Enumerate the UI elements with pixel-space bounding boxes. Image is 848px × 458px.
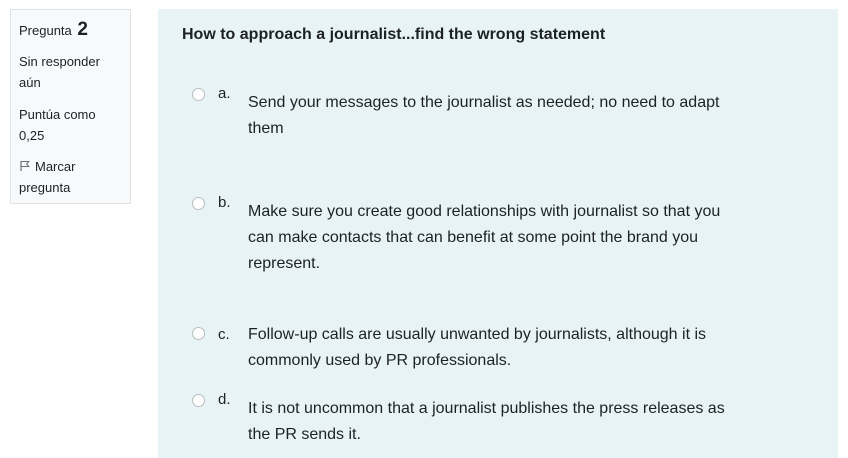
- option-text: Send your messages to the journalist as …: [248, 90, 808, 142]
- option-letter: c.: [218, 326, 230, 343]
- option-text-line: them: [248, 120, 284, 137]
- option-letter: b.: [218, 194, 231, 211]
- state-line-1: Sin responder: [19, 54, 100, 69]
- question-state: Sin responder aún: [19, 51, 122, 93]
- option-text-line: can make contacts that can benefit at so…: [248, 229, 699, 246]
- option-text-line: commonly used by PR professionals.: [248, 352, 512, 369]
- radio-option-a[interactable]: [192, 88, 205, 101]
- option-text-line: Follow-up calls are usually unwanted by …: [248, 326, 707, 343]
- question-grade: Puntúa como 0,25: [19, 104, 122, 146]
- option-letter: a.: [218, 85, 231, 102]
- question-number-line: Pregunta 2: [19, 19, 122, 41]
- option-text-line: It is not uncommon that a journalist pub…: [248, 400, 725, 417]
- option-text-line: the PR sends it.: [248, 426, 361, 443]
- question-content: How to approach a journalist...find the …: [158, 9, 838, 458]
- radio-option-d[interactable]: [192, 394, 205, 407]
- question-label: Pregunta: [19, 23, 72, 38]
- flag-icon: [19, 157, 31, 171]
- radio-option-c[interactable]: [192, 327, 205, 340]
- state-line-2: aún: [19, 75, 41, 90]
- option-text: Follow-up calls are usually unwanted by …: [248, 322, 808, 374]
- flag-label-line-2: pregunta: [19, 180, 71, 195]
- radio-option-b[interactable]: [192, 197, 205, 210]
- grade-line-2: 0,25: [19, 128, 45, 143]
- option-letter: d.: [218, 391, 231, 408]
- flag-question-link[interactable]: Marcar pregunta: [19, 156, 122, 198]
- option-text-line: represent.: [248, 255, 321, 272]
- option-text-line: Send your messages to the journalist as …: [248, 94, 720, 111]
- question-number: 2: [77, 19, 88, 40]
- option-text: It is not uncommon that a journalist pub…: [248, 396, 808, 448]
- option-text: Make sure you create good relationships …: [248, 199, 808, 277]
- question-info-panel: Pregunta 2 Sin responder aún Puntúa como…: [10, 9, 131, 204]
- flag-label-line-1: Marcar: [35, 159, 76, 174]
- question-text: How to approach a journalist...find the …: [182, 26, 606, 43]
- grade-line-1: Puntúa como: [19, 107, 96, 122]
- option-text-line: Make sure you create good relationships …: [248, 203, 721, 220]
